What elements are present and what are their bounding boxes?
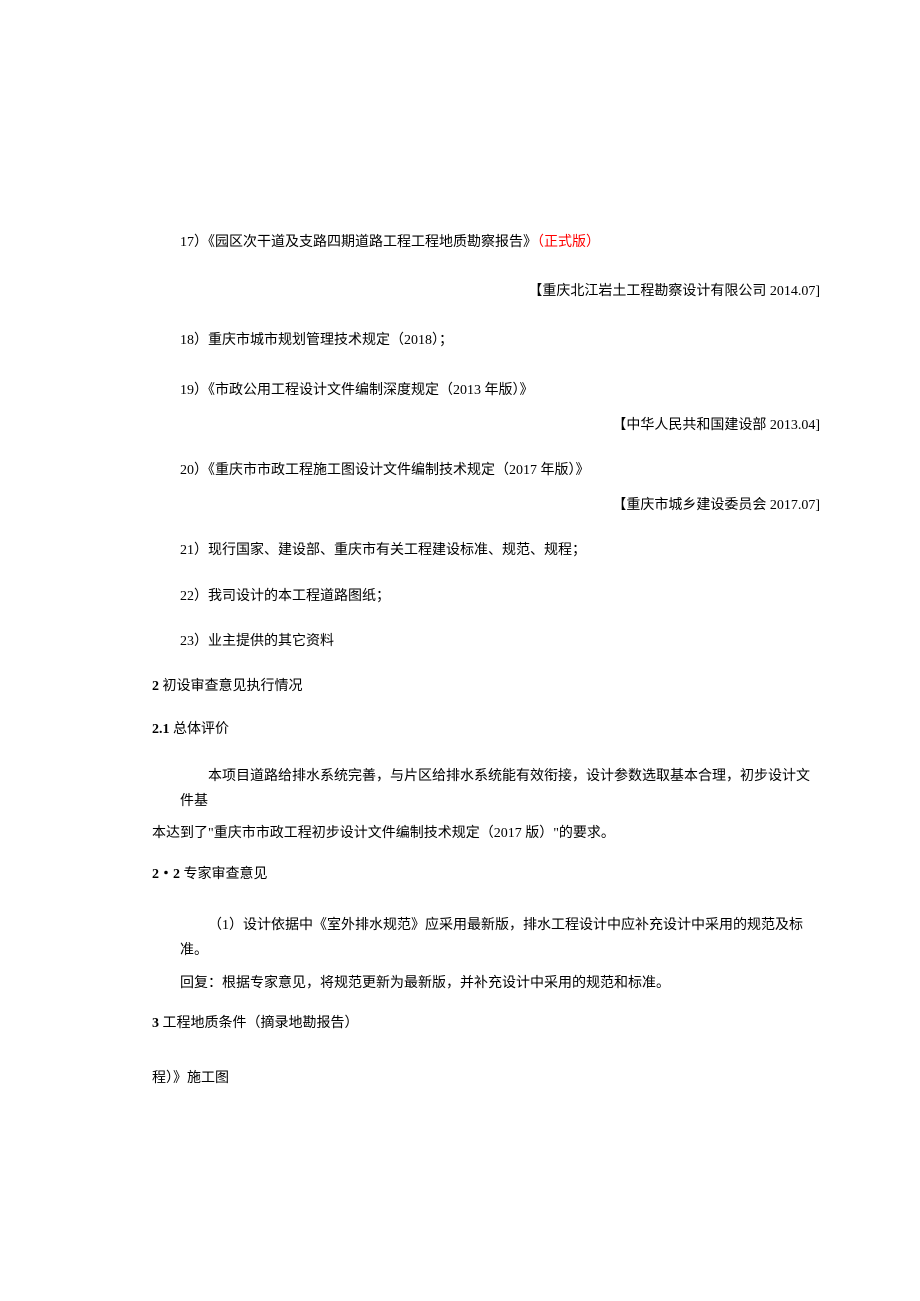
item-17-source: 【重庆北江岩土工程勘察设计有限公司 2014.07]	[180, 279, 820, 304]
section-2-number: 2	[152, 679, 163, 694]
list-item-19: 19）《市政公用工程设计文件编制深度规定（2013 年版）》	[180, 378, 820, 403]
list-item-20: 20）《重庆市市政工程施工图设计文件编制技术规定（2017 年版）》	[180, 458, 820, 483]
list-item-21: 21）现行国家、建设部、重庆市有关工程建设标准、规范、规程；	[180, 538, 820, 563]
section-2-title: 初设审查意见执行情况	[163, 679, 303, 694]
list-item-18: 18）重庆市城市规划管理技术规定（2018）；	[180, 328, 820, 353]
section-2-1-body-line2: 本达到了"重庆市市政工程初步设计文件编制技术规定（2017 版）"的要求。	[152, 821, 820, 846]
section-2-2-title: 专家审查意见	[184, 867, 268, 882]
expert-reply-1: 回复：根据专家意见，将规范更新为最新版，并补充设计中采用的规范和标准。	[180, 971, 820, 996]
section-2-1-body-line1: 本项目道路给排水系统完善，与片区给排水系统能有效衔接，设计参数选取基本合理，初步…	[180, 764, 820, 814]
item-17-red-note: （正式版）	[537, 235, 600, 250]
tail-text: 程）》施工图	[152, 1066, 820, 1091]
document-page: 17）《园区次干道及支路四期道路工程工程地质勘察报告》（正式版） 【重庆北江岩土…	[0, 0, 920, 1191]
list-item-23: 23）业主提供的其它资料	[180, 629, 820, 654]
section-2-2-heading: 2・2 专家审查意见	[152, 862, 820, 887]
list-item-17: 17）《园区次干道及支路四期道路工程工程地质勘察报告》（正式版）	[180, 230, 820, 255]
expert-opinion-1: （1）设计依据中《室外排水规范》应采用最新版，排水工程设计中应补充设计中采用的规…	[180, 913, 820, 963]
section-2-2-number: 2・2	[152, 867, 184, 882]
item-19-source: 【中华人民共和国建设部 2013.04]	[180, 413, 820, 438]
section-2-1-heading: 2.1 总体评价	[152, 717, 820, 742]
section-2-1-title: 总体评价	[173, 722, 229, 737]
section-2-1-number: 2.1	[152, 722, 173, 737]
item-17-text: 17）《园区次干道及支路四期道路工程工程地质勘察报告》	[180, 235, 537, 250]
section-3-title: 工程地质条件（摘录地勘报告）	[163, 1016, 359, 1031]
item-20-source: 【重庆市城乡建设委员会 2017.07]	[180, 493, 820, 518]
section-3-heading: 3 工程地质条件（摘录地勘报告）	[152, 1011, 820, 1036]
section-3-number: 3	[152, 1016, 163, 1031]
list-item-22: 22）我司设计的本工程道路图纸；	[180, 584, 820, 609]
section-2-heading: 2 初设审查意见执行情况	[152, 674, 820, 699]
